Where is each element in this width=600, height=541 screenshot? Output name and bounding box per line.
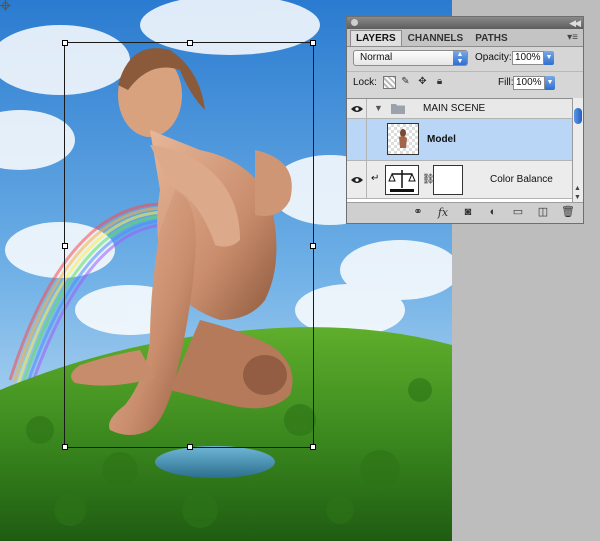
visibility-toggle[interactable]	[347, 161, 367, 198]
lock-transparent-pixels-icon[interactable]	[383, 76, 396, 89]
eye-icon	[351, 177, 363, 183]
visibility-toggle[interactable]	[347, 119, 367, 160]
blend-mode-select[interactable]: Normal ▲ ▼	[353, 50, 468, 66]
layer-name: Model	[427, 134, 456, 145]
scroll-down-icon[interactable]: ▼	[574, 194, 581, 201]
layer-row-model[interactable]: Model	[347, 119, 573, 161]
expand-triangle-icon[interactable]: ▼	[374, 103, 383, 113]
blend-row: Normal ▲ ▼ Opacity: 100% ▼	[347, 47, 583, 71]
lock-position-icon[interactable]: ✥	[417, 76, 428, 87]
transform-handle-bottom-left[interactable]	[62, 444, 68, 450]
lock-image-pixels-icon[interactable]: ✎	[400, 76, 411, 87]
group-folder-icon[interactable]: ▭	[511, 206, 525, 219]
opacity-field[interactable]: 100%	[512, 51, 544, 65]
lock-label: Lock:	[353, 77, 377, 88]
layers-scrollbar[interactable]: ▲ ▼	[572, 98, 583, 202]
eye-icon	[351, 106, 363, 112]
layer-row-color-balance[interactable]: ↵ ⛓ Color Balance	[347, 161, 573, 199]
trash-icon[interactable]: 🗑︎	[561, 206, 575, 219]
layer-mask-thumbnail[interactable]	[433, 165, 463, 195]
lock-all-icon[interactable]: 🔒︎	[434, 76, 445, 87]
panel-titlebar[interactable]: ◀◀	[347, 17, 583, 29]
layers-list: ▼ MAIN SCENE Model ↵ ⛓ Color Balance	[347, 98, 573, 203]
transform-handle-left[interactable]	[62, 243, 68, 249]
pond	[155, 446, 275, 478]
reference-point-icon[interactable]	[0, 0, 11, 11]
transform-handle-top-left[interactable]	[62, 40, 68, 46]
layer-thumbnail	[387, 123, 419, 155]
link-icon[interactable]: ⚭	[411, 206, 425, 219]
transform-handle-bottom-right[interactable]	[310, 444, 316, 450]
lock-row: Lock: ✎ ✥ 🔒︎ Fill: 100% ▼	[347, 71, 583, 94]
adjustment-thumbnail	[385, 165, 419, 195]
balance-scale-icon	[388, 170, 416, 192]
layer-name: Color Balance	[490, 174, 553, 185]
updown-arrow-icon: ▲ ▼	[453, 51, 467, 65]
layer-name: MAIN SCENE	[423, 103, 486, 114]
fx-icon[interactable]: fx	[436, 206, 450, 219]
collapse-icon[interactable]: ◀◀	[569, 17, 581, 29]
blend-mode-value: Normal	[360, 52, 393, 63]
fill-dropdown-icon[interactable]: ▼	[545, 76, 555, 90]
new-layer-icon[interactable]: ◫	[536, 206, 550, 219]
clipping-arrow-icon: ↵	[371, 173, 380, 184]
mask-icon[interactable]: ◙	[461, 206, 475, 219]
layers-panel: ◀◀ LAYERS CHANNELS PATHS ▾≡ Normal ▲ ▼ Op…	[346, 16, 584, 224]
tab-layers[interactable]: LAYERS	[350, 30, 402, 46]
visibility-toggle[interactable]	[347, 99, 367, 118]
transform-handle-top-right[interactable]	[310, 40, 316, 46]
panel-menu-icon[interactable]: ▾≡	[567, 32, 578, 43]
panel-footer: ⚭ fx ◙ ◐ ▭ ◫ 🗑︎	[347, 202, 583, 223]
transform-handle-top[interactable]	[187, 40, 193, 46]
panel-close-button[interactable]	[351, 19, 358, 26]
adjustment-icon[interactable]: ◐	[486, 206, 500, 219]
photoshop-workspace: ◀◀ LAYERS CHANNELS PATHS ▾≡ Normal ▲ ▼ Op…	[0, 0, 600, 541]
folder-icon	[391, 104, 405, 114]
opacity-dropdown-icon[interactable]: ▼	[544, 51, 554, 65]
opacity-label: Opacity:	[475, 52, 512, 63]
fill-field[interactable]: 100%	[513, 76, 545, 90]
model-thumbnail-icon	[399, 129, 407, 148]
scroll-up-icon[interactable]: ▲	[574, 185, 581, 192]
transform-handle-right[interactable]	[310, 243, 316, 249]
tab-paths[interactable]: PATHS	[469, 30, 513, 46]
fill-label: Fill:	[498, 77, 514, 88]
panel-tabs: LAYERS CHANNELS PATHS ▾≡	[347, 29, 583, 47]
layer-row-main-scene[interactable]: ▼ MAIN SCENE	[347, 99, 573, 119]
tab-channels[interactable]: CHANNELS	[402, 30, 470, 46]
transform-handle-bottom[interactable]	[187, 444, 193, 450]
scrollbar-thumb[interactable]	[574, 108, 582, 124]
transform-bounding-box[interactable]	[62, 40, 316, 450]
